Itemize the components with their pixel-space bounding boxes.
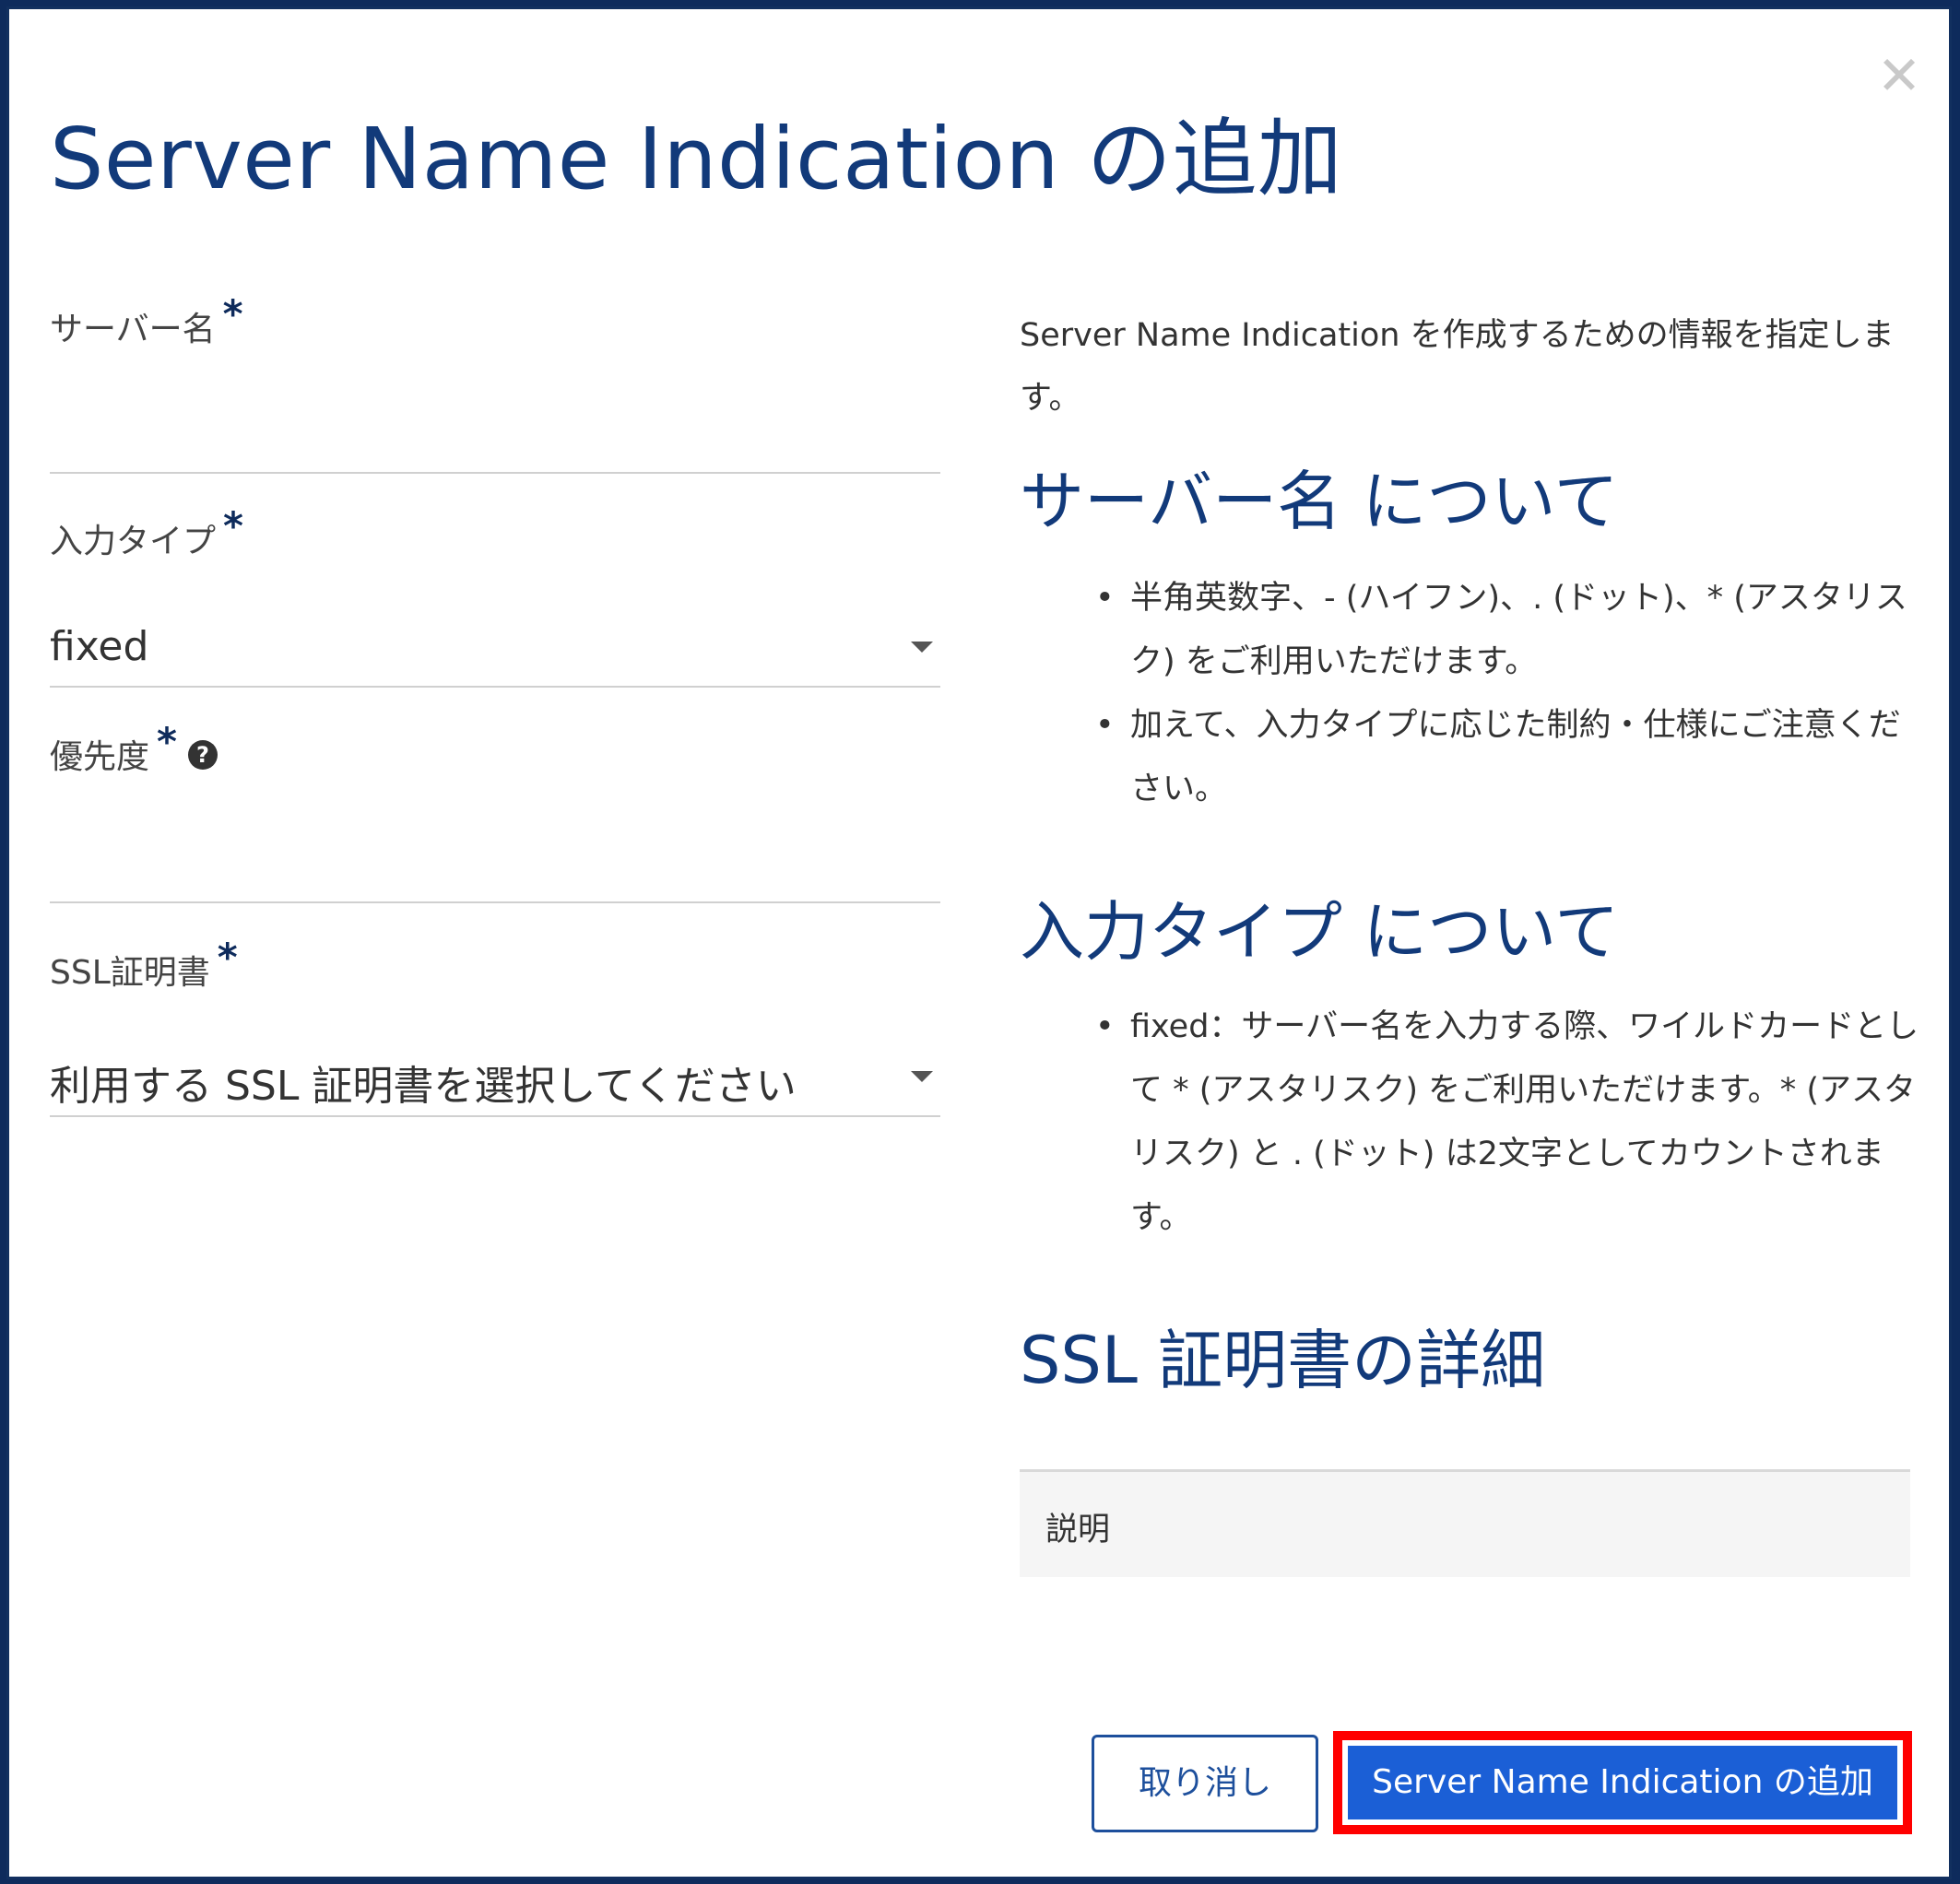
priority-input[interactable] — [50, 826, 944, 892]
question-circle-icon[interactable]: ? — [187, 740, 218, 770]
dialog-title: Server Name Indication の追加 — [50, 110, 1343, 208]
required-mark: * — [222, 291, 243, 336]
add-sni-submit-button[interactable]: Server Name Indication の追加 — [1348, 1746, 1897, 1819]
server-name-help-heading: サーバー名 について — [1020, 464, 1619, 539]
server-name-label: サーバー名 * — [50, 291, 243, 350]
help-intro: Server Name Indication を作成するための情報を指定します。 — [1020, 317, 1895, 417]
input-type-underline — [50, 686, 940, 688]
ssl-cert-detail-heading: SSL 証明書の詳細 — [1020, 1323, 1546, 1398]
list-item: 加えて、入力タイプに応じた制約・仕様にご注意ください。 — [1020, 694, 1932, 821]
required-mark: * — [223, 503, 243, 548]
input-type-help-list: fixed：サーバー名を入力する際、ワイルドカードとして * (アスタリスク) … — [1020, 995, 1932, 1250]
server-name-help-list: 半角英数字、- (ハイフン)、. (ドット)、* (アスタリスク) をご利用いた… — [1020, 567, 1932, 821]
priority-label-text: 優先度 — [50, 738, 150, 776]
list-item: 半角英数字、- (ハイフン)、. (ドット)、* (アスタリスク) をご利用いた… — [1020, 567, 1932, 694]
server-name-input[interactable] — [50, 396, 944, 463]
required-mark: * — [157, 719, 177, 764]
input-type-select[interactable]: fixed — [50, 616, 940, 680]
input-type-help-heading: 入力タイプ について — [1020, 894, 1620, 970]
server-name-label-text: サーバー名 — [50, 311, 216, 348]
ssl-cert-label-text: SSL証明書 — [50, 954, 210, 992]
close-icon[interactable]: ✕ — [1873, 49, 1925, 102]
priority-underline — [50, 901, 940, 903]
chevron-down-icon — [911, 642, 933, 653]
help-pane: Server Name Indication を作成するための情報を指定します。… — [1020, 304, 1932, 1402]
ssl-cert-label: SSL証明書 * — [50, 935, 238, 994]
input-type-label: 入力タイプ * — [50, 503, 243, 562]
input-type-label-text: 入力タイプ — [50, 523, 217, 560]
chevron-down-icon — [911, 1071, 933, 1082]
server-name-underline — [50, 472, 940, 474]
ssl-cert-value: 利用する SSL 証明書を選択してください — [50, 1063, 797, 1110]
cancel-button[interactable]: 取り消し — [1092, 1735, 1318, 1832]
ssl-cert-detail-table: 説明 — [1020, 1469, 1910, 1577]
list-item: fixed：サーバー名を入力する際、ワイルドカードとして * (アスタリスク) … — [1020, 995, 1932, 1250]
ssl-cert-underline — [50, 1115, 940, 1117]
required-mark: * — [217, 935, 238, 980]
priority-label: 優先度 *? — [50, 719, 218, 778]
ssl-cert-select[interactable]: 利用する SSL 証明書を選択してください — [50, 1045, 940, 1110]
add-sni-dialog: ✕ Server Name Indication の追加 サーバー名 * 入力タイ… — [9, 9, 1949, 1877]
detail-table-header: 説明 — [1045, 1512, 1111, 1548]
input-type-value: fixed — [50, 623, 149, 670]
